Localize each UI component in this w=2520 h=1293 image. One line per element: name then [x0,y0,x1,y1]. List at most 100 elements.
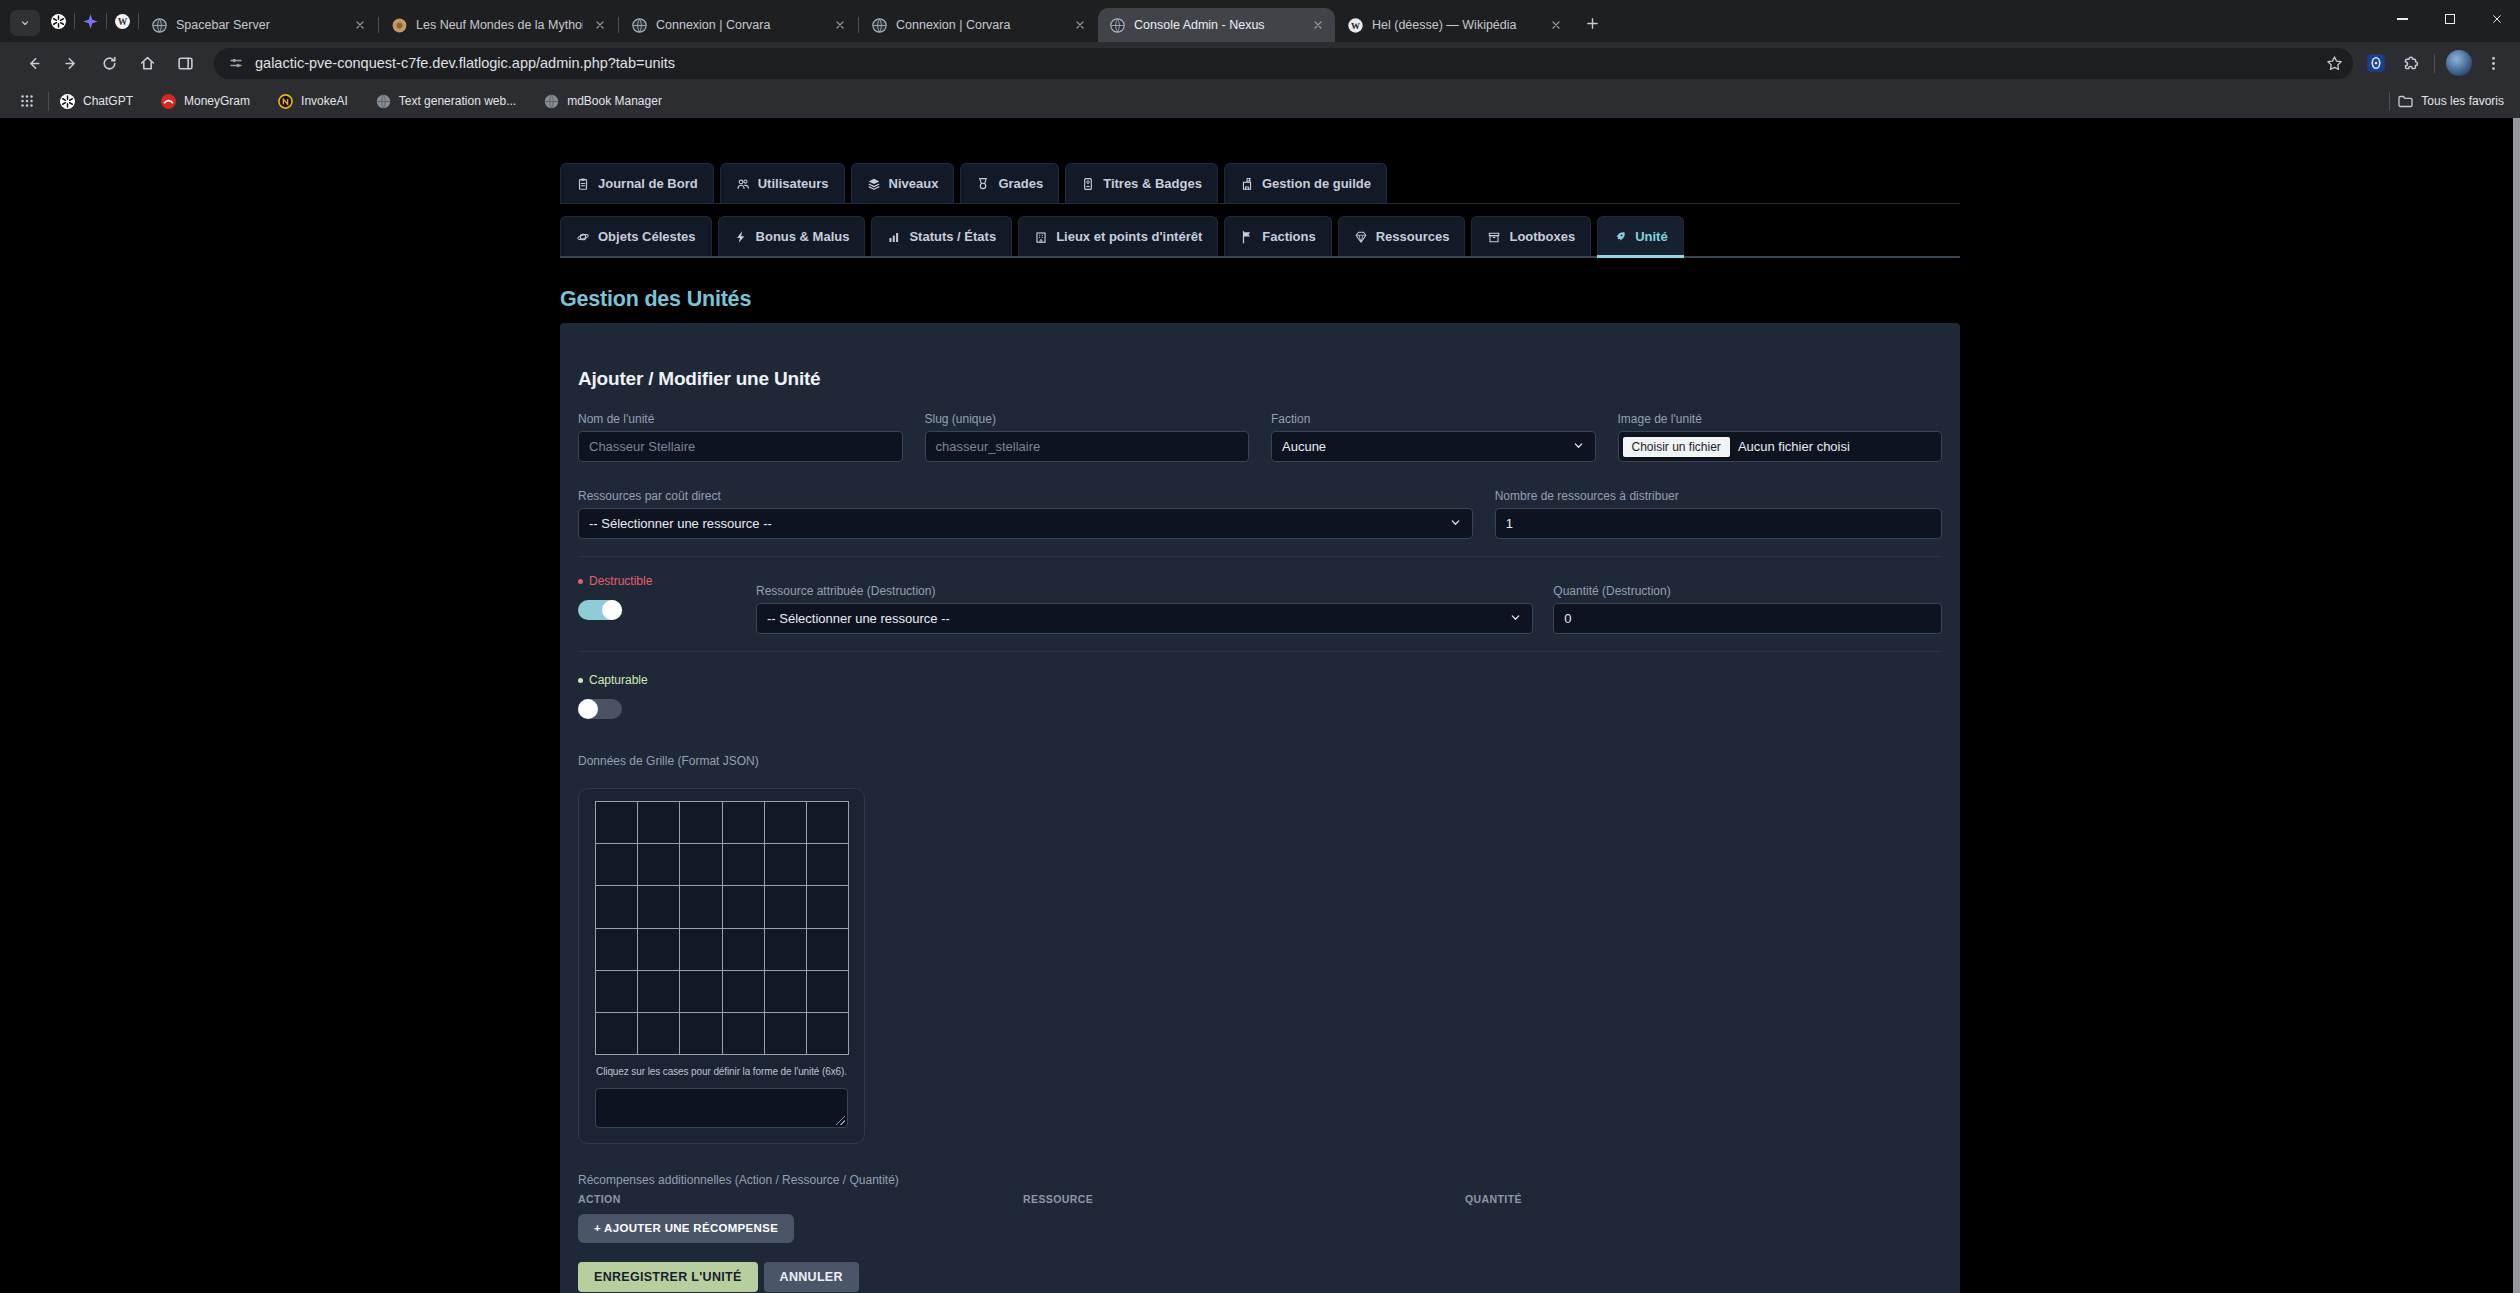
shape-cell[interactable] [680,886,721,927]
minimize-button[interactable] [2379,0,2426,38]
choose-file-button[interactable]: Choisir un fichier [1623,437,1730,457]
shape-cell[interactable] [807,802,848,843]
subnav-ressources[interactable]: Ressources [1338,216,1466,256]
add-reward-button[interactable]: + AJOUTER UNE RÉCOMPENSE [578,1214,794,1243]
nav-niveaux[interactable]: Niveaux [851,163,955,203]
browser-tab[interactable]: Spacebar Server [140,8,377,42]
grid-json-textarea[interactable] [595,1088,848,1128]
browser-tab[interactable]: Les Neuf Mondes de la Mythol... [380,8,617,42]
subnav-objets-c-lestes[interactable]: Objets Célestes [560,216,712,256]
shape-cell[interactable] [765,886,806,927]
shape-cell[interactable] [680,844,721,885]
nav-titres-badges[interactable]: Titres & Badges [1065,163,1218,203]
bookmark-item[interactable]: MoneyGram [160,93,250,110]
shape-cell[interactable] [680,1013,721,1054]
shape-cell[interactable] [723,886,764,927]
destruction-qty-input[interactable]: 0 [1553,603,1942,634]
reload-button[interactable] [90,44,128,82]
shape-cell[interactable] [723,971,764,1012]
browser-menu-icon[interactable] [2476,46,2510,80]
tab-close-icon[interactable] [1309,16,1327,34]
browser-tab[interactable]: Connexion | Corvara [620,8,857,42]
shape-cell[interactable] [765,929,806,970]
destructible-toggle[interactable] [578,600,622,620]
shape-cell[interactable] [596,844,637,885]
back-button[interactable] [14,44,52,82]
address-bar[interactable]: galactic-pve-conquest-c7fe.dev.flatlogic… [214,48,2353,79]
direct-cost-select[interactable]: -- Sélectionner une ressource -- [578,508,1473,539]
subnav-statuts-tats[interactable]: Statuts / États [871,216,1012,256]
tab-close-icon[interactable] [1071,16,1089,34]
shape-cell[interactable] [807,1013,848,1054]
unit-image-file-input[interactable]: Choisir un fichier Aucun fichier choisi [1618,431,1943,462]
pinned-tab-wordpress[interactable]: W [108,4,137,38]
nav-journal-de-bord[interactable]: Journal de Bord [560,163,714,203]
bookmark-item[interactable]: mdBook Manager [543,93,662,110]
pinned-tab-chatgpt[interactable] [44,4,73,38]
shape-cell[interactable] [723,844,764,885]
site-settings-icon[interactable] [228,55,244,71]
shape-cell[interactable] [680,802,721,843]
profile-avatar[interactable] [2446,50,2472,76]
subnav-unit-[interactable]: Unité [1597,216,1684,256]
cancel-button[interactable]: ANNULER [764,1262,859,1292]
tab-close-icon[interactable] [351,16,369,34]
shape-cell[interactable] [765,1013,806,1054]
shape-cell[interactable] [638,886,679,927]
slug-input[interactable]: chasseur_stellaire [925,431,1250,462]
shape-cell[interactable] [680,929,721,970]
shape-cell[interactable] [638,844,679,885]
side-panel-button[interactable] [166,44,204,82]
shape-cell[interactable] [723,802,764,843]
bookmark-item[interactable]: Text generation web... [375,93,516,110]
tab-close-icon[interactable] [831,16,849,34]
pinned-tab-gemini[interactable] [76,4,105,38]
shape-cell[interactable] [680,971,721,1012]
shape-cell[interactable] [638,971,679,1012]
browser-tab[interactable]: Console Admin - Nexus [1098,8,1335,42]
destruction-resource-select[interactable]: -- Sélectionner une ressource -- [756,603,1533,634]
home-button[interactable] [128,44,166,82]
subnav-bonus-malus[interactable]: Bonus & Malus [718,216,866,256]
shape-cell[interactable] [638,802,679,843]
shape-cell[interactable] [807,844,848,885]
apps-grid-icon[interactable] [14,88,40,114]
shape-cell[interactable] [807,971,848,1012]
tab-close-icon[interactable] [1547,16,1565,34]
forward-button[interactable] [52,44,90,82]
shape-cell[interactable] [807,929,848,970]
tab-close-icon[interactable] [591,16,609,34]
subnav-lootboxes[interactable]: Lootboxes [1471,216,1591,256]
shape-cell[interactable] [596,1013,637,1054]
shape-cell[interactable] [807,886,848,927]
shape-cell[interactable] [638,1013,679,1054]
shape-cell[interactable] [765,971,806,1012]
shape-cell[interactable] [596,971,637,1012]
all-bookmarks-button[interactable]: Tous les favoris [2397,93,2504,109]
shape-cell[interactable] [596,929,637,970]
nav-utilisateurs[interactable]: Utilisateurs [720,163,845,203]
shape-cell[interactable] [765,802,806,843]
tab-search-button[interactable] [10,10,40,36]
close-window-button[interactable] [2473,0,2520,38]
browser-tab[interactable]: Connexion | Corvara [860,8,1097,42]
new-tab-button[interactable] [1577,8,1607,38]
shape-cell[interactable] [596,886,637,927]
nav-grades[interactable]: Grades [960,163,1059,203]
subnav-lieux-et-points-d-int-r-t[interactable]: Lieux et points d'intérêt [1018,216,1218,256]
extension-icon[interactable] [2359,46,2393,80]
shape-cell[interactable] [723,1013,764,1054]
shape-cell[interactable] [638,929,679,970]
browser-tab[interactable]: WHel (déesse) — Wikipédia [1336,8,1573,42]
shape-cell[interactable] [765,844,806,885]
faction-select[interactable]: Aucune [1271,431,1596,462]
shape-cell[interactable] [596,802,637,843]
bookmark-item[interactable]: ChatGPT [59,93,133,110]
bookmark-star-icon[interactable] [2326,55,2343,72]
page-scrollbar[interactable] [2513,118,2520,1293]
unit-name-input[interactable]: Chasseur Stellaire [578,431,903,462]
extensions-puzzle-icon[interactable] [2393,46,2427,80]
capturable-toggle[interactable] [578,699,622,719]
nav-gestion-de-guilde[interactable]: Gestion de guilde [1224,163,1387,203]
shape-cell[interactable] [723,929,764,970]
